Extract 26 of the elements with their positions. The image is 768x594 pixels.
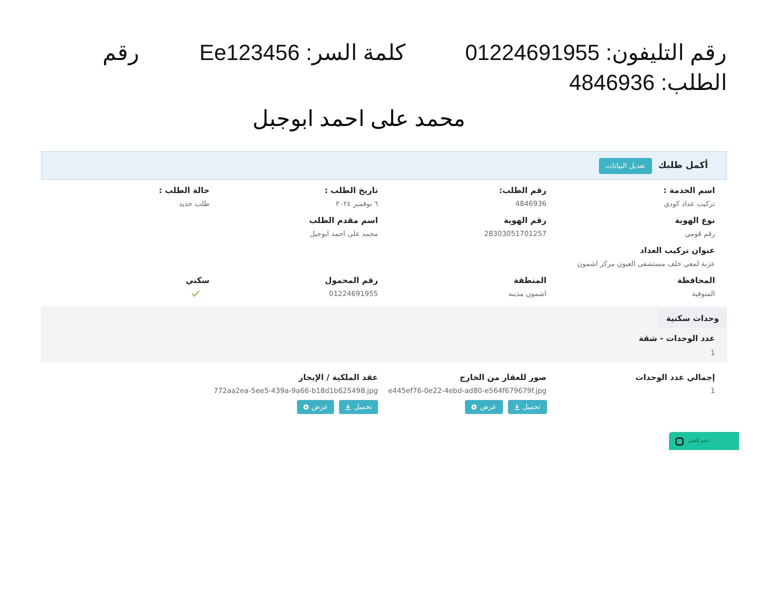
field-label: المحافظة bbox=[677, 276, 715, 285]
field-label: رقم المحمول bbox=[324, 276, 378, 285]
eye-icon bbox=[471, 404, 478, 410]
field-label: تاريخ الطلب : bbox=[324, 186, 378, 195]
account-info-text: رقم التليفون: 01224691955 كلمة السر: Ee123456 رقم الطلب: 4846936 bbox=[101, 39, 728, 97]
units-tab[interactable]: وحدات سكنية bbox=[658, 309, 727, 328]
eye-icon bbox=[302, 404, 309, 410]
field-label: سكني bbox=[186, 276, 210, 285]
field-label: صور للعقار من الخارج bbox=[460, 373, 546, 382]
check-icon bbox=[190, 290, 200, 297]
field-label: عقد الملكية / الإيجار bbox=[298, 373, 378, 382]
download-icon bbox=[345, 404, 352, 410]
field-label: عدد الوحدات - شقة bbox=[638, 334, 715, 343]
field-label: اسم مقدم الطلب bbox=[309, 216, 378, 225]
field-label: إجمالي عدد الوحدات bbox=[635, 373, 715, 382]
field-label: عنوان تركيب العداد bbox=[640, 246, 715, 255]
field-label: حالة الطلب : bbox=[158, 186, 210, 195]
panel-title: أكمل طلبك bbox=[658, 160, 708, 170]
applicant-name: محمد على احمد ابوجبل bbox=[251, 105, 467, 134]
field-label: رقم الهوية bbox=[504, 216, 546, 225]
field-label: المنطقة bbox=[514, 276, 546, 285]
field-label: نوع الهوية bbox=[674, 216, 715, 225]
chat-icon bbox=[675, 436, 684, 446]
download-icon bbox=[514, 404, 520, 410]
field-label: رقم الطلب: bbox=[499, 186, 546, 195]
field-label: اسم الخدمة : bbox=[663, 186, 715, 195]
